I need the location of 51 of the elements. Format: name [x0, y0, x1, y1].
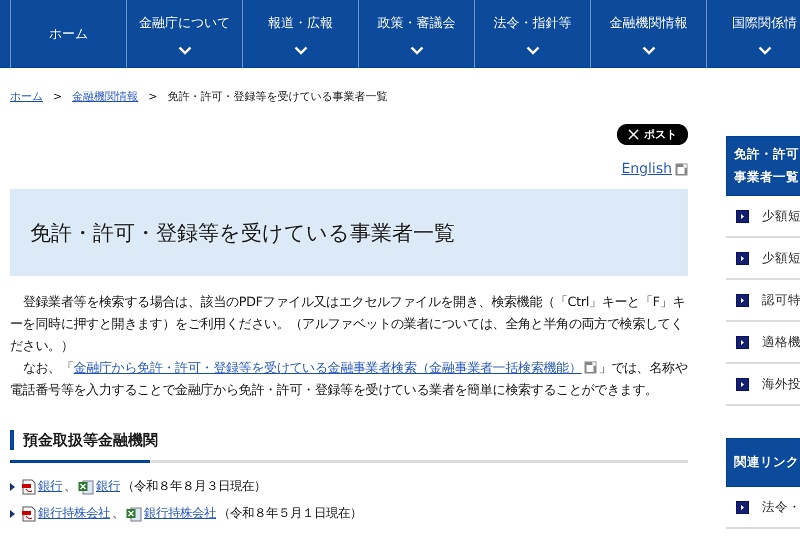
separator-text: 、	[64, 478, 76, 495]
spreadsheet-file-icon	[126, 506, 142, 522]
chevron-down-icon	[642, 46, 656, 54]
nav-tab[interactable]: 法令・指針等	[475, 0, 591, 68]
post-button[interactable]: ポスト	[617, 124, 688, 145]
date-note: （令和８年５月１日現在）	[218, 505, 362, 522]
breadcrumb-separator: >	[53, 90, 62, 102]
file-link[interactable]: 銀行	[96, 478, 120, 495]
chevron-down-icon	[294, 46, 308, 54]
bullet-triangle-icon	[10, 510, 15, 518]
search-info-paragraph: なお、「金融庁から免許・許可・登録等を受けている金融事業者検索（金融事業者一括検索機能） 」では、名称や電話番号等を入力することで金融庁から免許・許可・登録等を受けている業者を簡単に検索することができます。	[10, 360, 688, 400]
pdf-file-icon	[22, 478, 36, 494]
breadcrumb-link[interactable]: ホーム	[10, 88, 43, 104]
arrow-square-icon	[736, 210, 749, 222]
arrow-square-icon	[736, 500, 749, 514]
nav-tab[interactable]: 政策・審議会	[359, 0, 475, 68]
chevron-down-icon	[410, 46, 424, 54]
nav-tab[interactable]: 国際関係情	[707, 0, 800, 68]
bullet-triangle-icon	[10, 482, 15, 490]
arrow-square-icon	[736, 252, 749, 264]
section-heading: 預金取扱等金融機関	[10, 430, 688, 450]
nav-tab[interactable]: 金融庁について	[127, 0, 243, 68]
file-link[interactable]: 銀行	[38, 478, 62, 495]
breadcrumb-current: 免許・許可・登録等を受けている事業者一覧	[167, 88, 388, 104]
related-link-item[interactable]: 法令・	[726, 487, 800, 529]
separator-text: 、	[112, 505, 124, 522]
nav-tab[interactable]: 報道・広報	[243, 0, 359, 68]
chevron-down-icon	[178, 46, 192, 54]
page-title: 免許・許可・登録等を受けている事業者一覧	[30, 220, 455, 246]
chevron-down-icon	[526, 46, 540, 54]
english-link[interactable]: English	[621, 161, 672, 177]
nav-tab[interactable]: 金融機関情報	[591, 0, 707, 68]
file-link[interactable]: 銀行持株会社	[144, 505, 216, 522]
x-logo-icon	[628, 129, 639, 140]
chevron-down-icon	[758, 46, 772, 54]
breadcrumb-separator: >	[148, 90, 158, 102]
file-link[interactable]: 銀行持株会社	[38, 505, 110, 522]
arrow-square-icon	[736, 294, 749, 306]
sidebar-heading: 免許・許可 事業者一覧	[726, 136, 800, 196]
spreadsheet-file-icon	[78, 478, 94, 494]
arrow-square-icon	[736, 378, 749, 390]
breadcrumb-link[interactable]: 金融機関情報	[72, 88, 138, 104]
intro-paragraph: 登録業者等を検索する場合は、該当のPDFファイル又はエクセルファイルを開き、検索機能（「Ctrl」キーと「F」キーを同時に押すと開きます）をご利用ください。（アルファベットの業者については、全角と半角の両方で検索してください。）	[10, 294, 686, 356]
pdf-file-icon	[22, 506, 36, 522]
arrow-square-icon	[736, 336, 749, 348]
external-link-icon	[584, 361, 597, 374]
related-links-heading: 関連リンク	[726, 438, 800, 487]
external-link-icon	[675, 162, 688, 176]
nav-tab[interactable]: ホーム	[11, 0, 127, 68]
search-link[interactable]: 金融庁から免許・許可・登録等を受けている金融事業者検索（金融事業者一括検索機能）	[74, 361, 582, 376]
date-note: （令和８年８月３日現在）	[122, 478, 266, 495]
